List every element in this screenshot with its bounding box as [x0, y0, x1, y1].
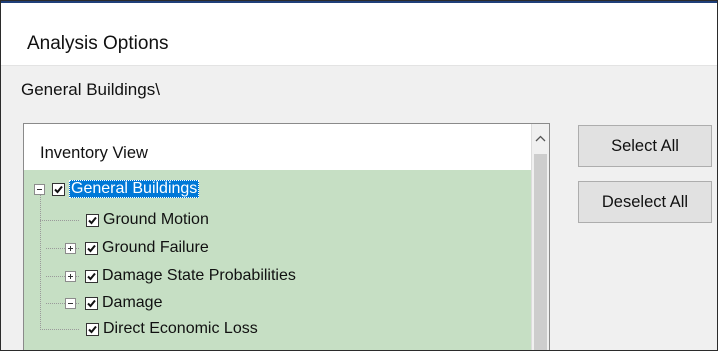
- current-path-label: General Buildings\: [21, 80, 160, 99]
- tree-body: General Buildings Ground Motion Ground F…: [24, 170, 535, 350]
- checkbox-checked-icon[interactable]: [86, 213, 99, 227]
- analysis-options-dialog: Analysis Options General Buildings\ Inve…: [0, 0, 718, 351]
- tree-connector-line: [40, 329, 80, 330]
- checkbox-checked-icon[interactable]: [85, 241, 98, 255]
- tree-header: Inventory View: [24, 124, 535, 170]
- tree-connector-line: [40, 220, 80, 221]
- dialog-title: Analysis Options: [27, 33, 169, 54]
- tree-node-label[interactable]: Damage: [102, 294, 162, 312]
- inventory-tree-view[interactable]: Inventory View General Buildings Ground …: [23, 123, 550, 350]
- title-bar: Analysis Options: [1, 3, 717, 66]
- tree-node-ground-failure[interactable]: Ground Failure: [65, 237, 209, 259]
- collapse-icon[interactable]: [65, 297, 76, 309]
- vertical-scrollbar[interactable]: [531, 124, 549, 350]
- tree-header-label: Inventory View: [40, 144, 148, 162]
- tree-node-label[interactable]: Ground Motion: [103, 211, 209, 229]
- checkbox-checked-icon[interactable]: [52, 182, 65, 196]
- tree-node-damage[interactable]: Damage: [65, 292, 162, 314]
- tree-node-direct-economic-loss[interactable]: Direct Economic Loss: [86, 318, 258, 340]
- checkbox-checked-icon[interactable]: [85, 269, 98, 283]
- scrollbar-thumb[interactable]: [534, 154, 547, 350]
- tree-node-label[interactable]: Direct Economic Loss: [103, 320, 258, 338]
- expand-icon[interactable]: [65, 270, 76, 282]
- collapse-icon[interactable]: [34, 183, 45, 195]
- tree-node-label[interactable]: Ground Failure: [102, 239, 209, 257]
- tree-node-label[interactable]: Damage State Probabilities: [102, 267, 296, 285]
- scroll-up-arrow-icon[interactable]: [532, 124, 549, 152]
- checkbox-checked-icon[interactable]: [85, 296, 98, 310]
- expand-icon[interactable]: [65, 242, 76, 254]
- checkbox-checked-icon[interactable]: [86, 322, 99, 336]
- select-all-button[interactable]: Select All: [578, 125, 712, 167]
- deselect-all-button[interactable]: Deselect All: [578, 181, 712, 223]
- tree-connector-line: [40, 189, 41, 329]
- tree-node-general-buildings[interactable]: General Buildings: [34, 178, 200, 200]
- tree-node-label[interactable]: General Buildings: [69, 180, 200, 198]
- tree-node-damage-state-probabilities[interactable]: Damage State Probabilities: [65, 265, 296, 287]
- tree-node-ground-motion[interactable]: Ground Motion: [86, 209, 209, 231]
